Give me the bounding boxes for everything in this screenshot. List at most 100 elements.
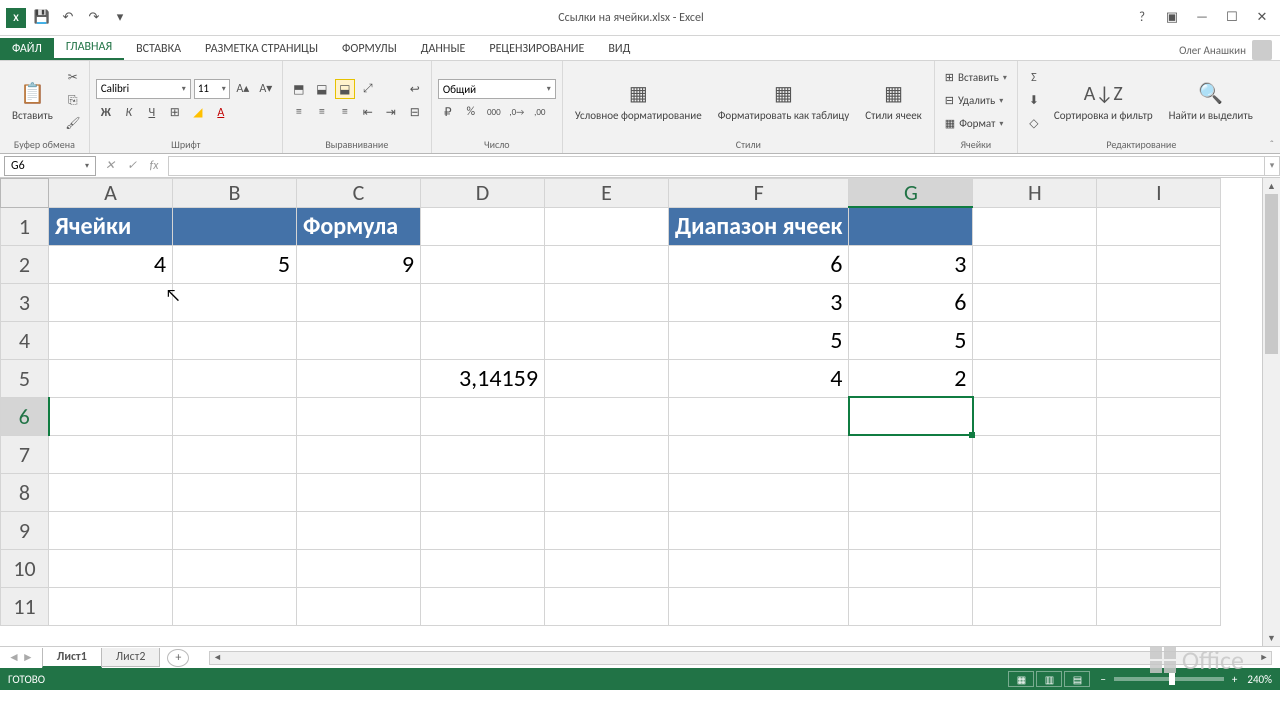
tab-data[interactable]: ДАННЫЕ [409, 38, 478, 60]
cell-G4[interactable]: 5 [849, 321, 973, 359]
cell-G8[interactable] [849, 473, 973, 511]
cell-I6[interactable] [1097, 397, 1221, 435]
row-header-11[interactable]: 11 [1, 587, 49, 625]
cell-D7[interactable] [421, 435, 545, 473]
cell-A1[interactable]: Ячейки [49, 207, 173, 245]
column-header-A[interactable]: A [49, 179, 173, 208]
cell-D1[interactable] [421, 207, 545, 245]
font-family-combo[interactable]: Calibri▾ [96, 79, 191, 99]
cell-B5[interactable] [173, 359, 297, 397]
align-middle-icon[interactable]: ⬓ [312, 79, 332, 99]
column-header-F[interactable]: F [669, 179, 849, 208]
cell-C5[interactable] [297, 359, 421, 397]
cell-H8[interactable] [973, 473, 1097, 511]
cell-A7[interactable] [49, 435, 173, 473]
cell-E5[interactable] [545, 359, 669, 397]
cell-I9[interactable] [1097, 511, 1221, 549]
column-header-H[interactable]: H [973, 179, 1097, 208]
minimize-icon[interactable]: — [1192, 8, 1212, 28]
cell-A10[interactable] [49, 549, 173, 587]
cell-D2[interactable] [421, 245, 545, 283]
cell-E6[interactable] [545, 397, 669, 435]
cell-H4[interactable] [973, 321, 1097, 359]
row-header-5[interactable]: 5 [1, 359, 49, 397]
row-header-6[interactable]: 6 [1, 397, 49, 435]
cell-B9[interactable] [173, 511, 297, 549]
scroll-down-icon[interactable]: ▼ [1263, 630, 1280, 646]
row-header-3[interactable]: 3 [1, 283, 49, 321]
sheet-tab-1[interactable]: Лист1 [42, 648, 102, 668]
increase-decimal-icon[interactable]: ,0→ [507, 102, 527, 122]
cell-H1[interactable] [973, 207, 1097, 245]
cell-B8[interactable] [173, 473, 297, 511]
zoom-level[interactable]: 240% [1247, 673, 1272, 686]
cell-H7[interactable] [973, 435, 1097, 473]
cell-H2[interactable] [973, 245, 1097, 283]
insert-cells-button[interactable]: ⊞Вставить▾ [941, 68, 1011, 88]
row-header-1[interactable]: 1 [1, 207, 49, 245]
cell-G7[interactable] [849, 435, 973, 473]
cut-icon[interactable]: ✂ [63, 68, 83, 88]
cell-C9[interactable] [297, 511, 421, 549]
fill-color-icon[interactable]: ◢ [188, 103, 208, 123]
tab-review[interactable]: РЕЦЕНЗИРОВАНИЕ [477, 38, 596, 60]
cell-F7[interactable] [669, 435, 849, 473]
cell-B6[interactable] [173, 397, 297, 435]
tab-page-layout[interactable]: РАЗМЕТКА СТРАНИЦЫ [193, 38, 330, 60]
cell-F10[interactable] [669, 549, 849, 587]
paste-button[interactable]: 📋 Вставить [6, 78, 59, 124]
cell-C3[interactable] [297, 283, 421, 321]
align-bottom-icon[interactable]: ⬓ [335, 79, 355, 99]
cell-A8[interactable] [49, 473, 173, 511]
account-name[interactable]: Олег Анашкин [1179, 40, 1280, 60]
cell-B4[interactable] [173, 321, 297, 359]
formula-input[interactable] [168, 156, 1264, 176]
cell-D3[interactable] [421, 283, 545, 321]
increase-indent-icon[interactable]: ⇥ [381, 102, 401, 122]
cell-C1[interactable]: Формула [297, 207, 421, 245]
worksheet-grid[interactable]: ABCDEFGHI1ЯчейкиФормулаДиапазон ячеек245… [0, 178, 1280, 646]
merge-cells-icon[interactable]: ⊟ [405, 102, 425, 122]
vertical-scrollbar[interactable]: ▲ ▼ [1262, 178, 1280, 646]
cell-C2[interactable]: 9 [297, 245, 421, 283]
sheet-prev-icon[interactable]: ◄ [8, 650, 20, 665]
fill-icon[interactable]: ⬇ [1024, 91, 1044, 111]
cell-G2[interactable]: 3 [849, 245, 973, 283]
cell-D4[interactable] [421, 321, 545, 359]
cell-A9[interactable] [49, 511, 173, 549]
decrease-indent-icon[interactable]: ⇤ [358, 102, 378, 122]
cell-D8[interactable] [421, 473, 545, 511]
cell-I10[interactable] [1097, 549, 1221, 587]
cell-I8[interactable] [1097, 473, 1221, 511]
cell-styles-button[interactable]: ▦ Стили ячеек [859, 78, 928, 124]
cell-D9[interactable] [421, 511, 545, 549]
name-box[interactable]: G6▾ [4, 156, 96, 176]
ribbon-options-icon[interactable]: ▣ [1162, 8, 1182, 28]
wrap-text-icon[interactable]: ↩ [405, 79, 425, 99]
insert-function-icon[interactable]: fx [144, 156, 164, 176]
cell-H10[interactable] [973, 549, 1097, 587]
orientation-icon[interactable]: ⤢ [358, 79, 378, 99]
font-size-combo[interactable]: 11▾ [194, 79, 230, 99]
normal-view-icon[interactable]: ▦ [1008, 671, 1034, 687]
format-painter-icon[interactable]: 🖌 [63, 114, 83, 134]
scroll-thumb[interactable] [1265, 194, 1278, 354]
cell-A11[interactable] [49, 587, 173, 625]
align-top-icon[interactable]: ⬒ [289, 79, 309, 99]
help-icon[interactable]: ? [1132, 8, 1152, 28]
expand-formula-bar-icon[interactable]: ▾ [1264, 156, 1280, 176]
italic-button[interactable]: К [119, 103, 139, 123]
decrease-decimal-icon[interactable]: ,00 [530, 102, 550, 122]
cell-G6[interactable] [849, 397, 973, 435]
cell-G1[interactable] [849, 207, 973, 245]
cell-C11[interactable] [297, 587, 421, 625]
cell-A6[interactable] [49, 397, 173, 435]
comma-style-icon[interactable]: 000 [484, 102, 504, 122]
currency-icon[interactable]: ₽ [438, 102, 458, 122]
row-header-4[interactable]: 4 [1, 321, 49, 359]
cell-F6[interactable] [669, 397, 849, 435]
cell-I7[interactable] [1097, 435, 1221, 473]
cell-C4[interactable] [297, 321, 421, 359]
scroll-left-icon[interactable]: ◄ [210, 652, 224, 664]
cell-I5[interactable] [1097, 359, 1221, 397]
